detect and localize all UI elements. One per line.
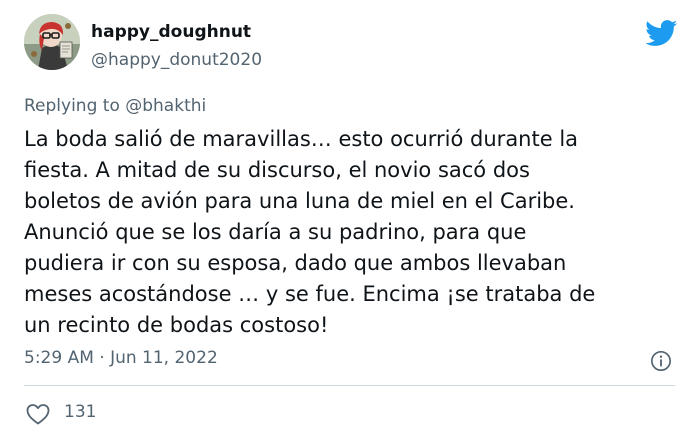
divider: [24, 385, 675, 386]
tweet-text-line: fiesta. A mitad de su discurso, el novio…: [24, 158, 530, 182]
info-icon[interactable]: [650, 350, 672, 372]
like-count: 131: [64, 402, 97, 422]
replying-to[interactable]: Replying to @bhakthi: [24, 96, 206, 116]
heart-icon[interactable]: [26, 403, 50, 425]
display-name[interactable]: happy_doughnut: [91, 22, 251, 42]
user-handle[interactable]: @happy_donut2020: [91, 50, 262, 70]
tweet-text-line: un recinto de bodas costoso!: [24, 313, 329, 337]
tweet-timestamp[interactable]: 5:29 AM · Jun 11, 2022: [24, 348, 218, 368]
tweet-text-line: pudiera ir con su esposa, dado que ambos…: [24, 251, 567, 275]
twitter-bird-icon[interactable]: [645, 20, 678, 47]
avatar[interactable]: [24, 14, 80, 70]
tweet-text-line: La boda salió de maravillas… esto ocurri…: [24, 127, 579, 151]
avatar-illustration-icon: [24, 14, 80, 70]
tweet-text-line: boletos de avión para una luna de miel e…: [24, 189, 575, 213]
tweet-text: La boda salió de maravillas… esto ocurri…: [24, 124, 684, 341]
tweet-text-line: meses acostándose … y se fue. Encima ¡se…: [24, 282, 596, 306]
tweet-text-line: Anunció que se los daría a su padrino, p…: [24, 220, 527, 244]
tweet-card: happy_doughnut @happy_donut2020 Replying…: [0, 0, 700, 441]
